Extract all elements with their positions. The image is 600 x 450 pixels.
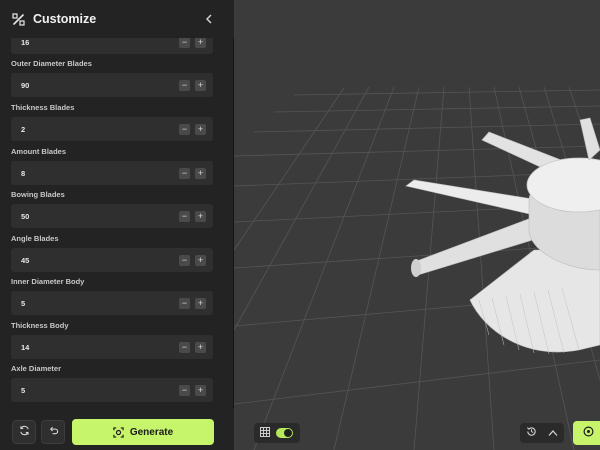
param-input-row[interactable]: 2 − + — [11, 117, 213, 141]
decrement-button[interactable]: − — [179, 36, 190, 48]
undo-button[interactable] — [41, 420, 65, 444]
param-block: Axle Diameter 5 − + — [11, 363, 213, 402]
param-input-row[interactable]: 45 − + — [11, 248, 213, 272]
param-block: Thickness Body 14 − + — [11, 320, 213, 359]
increment-button[interactable]: + — [195, 341, 206, 353]
increment-button[interactable]: + — [195, 79, 206, 91]
param-block: Amount Blades 8 − + — [11, 146, 213, 185]
customize-panel: Customize 16 − + Outer Diameter Blades 9… — [0, 0, 234, 450]
propeller-model — [405, 117, 600, 355]
param-label: Thickness Body — [11, 321, 69, 330]
param-label: Bowing Blades — [11, 190, 65, 199]
reset-button[interactable] — [12, 420, 36, 444]
param-block: Inner Diameter Body 5 − + — [11, 276, 213, 315]
decrement-button[interactable]: − — [179, 341, 190, 353]
decrement-button[interactable]: − — [179, 167, 190, 179]
undo-icon — [48, 423, 59, 441]
param-input-row[interactable]: 90 − + — [11, 73, 213, 97]
param-input-row[interactable]: 5 − + — [11, 378, 213, 402]
param-block: Outer Diameter Blades 90 − + — [11, 58, 213, 97]
param-input-row[interactable]: 50 − + — [11, 204, 213, 228]
param-value[interactable]: 5 — [21, 386, 179, 395]
history-controls — [520, 423, 564, 443]
decrement-button[interactable]: − — [179, 210, 190, 222]
increment-button[interactable]: + — [195, 210, 206, 222]
param-label: Axle Diameter — [11, 364, 62, 373]
generate-label: Generate — [129, 426, 174, 438]
increment-button[interactable]: + — [195, 36, 206, 48]
chevron-up-icon[interactable] — [548, 424, 558, 442]
panel-title: Customize — [33, 12, 97, 26]
param-block: Thickness Blades 2 − + — [11, 102, 213, 141]
increment-button[interactable]: + — [195, 384, 206, 396]
param-value[interactable]: 16 — [21, 38, 179, 47]
param-input-row[interactable]: 8 − + — [11, 161, 213, 185]
generate-button[interactable]: Generate — [72, 419, 214, 445]
parameter-list[interactable]: 16 − + Outer Diameter Blades 90 − + Thic… — [0, 28, 234, 408]
param-input-row[interactable]: 14 − + — [11, 335, 213, 359]
3d-viewport[interactable] — [234, 0, 600, 450]
decrement-button[interactable]: − — [179, 79, 190, 91]
increment-button[interactable]: + — [195, 123, 206, 135]
chevron-left-icon[interactable] — [202, 12, 216, 26]
grid-toolbar — [254, 423, 300, 443]
decrement-button[interactable]: − — [179, 123, 190, 135]
panel-header: Customize — [0, 0, 234, 38]
expand-panel-button[interactable] — [573, 421, 600, 445]
param-block: Bowing Blades 50 − + — [11, 189, 213, 228]
param-value[interactable]: 8 — [21, 169, 179, 178]
param-label: Thickness Blades — [11, 103, 75, 112]
magic-wand-icon — [11, 12, 25, 26]
decrement-button[interactable]: − — [179, 384, 190, 396]
panel-footer: Generate — [0, 408, 234, 450]
param-input-row[interactable]: 5 − + — [11, 291, 213, 315]
param-label: Angle Blades — [11, 234, 59, 243]
increment-button[interactable]: + — [195, 254, 206, 266]
param-value[interactable]: 14 — [21, 343, 179, 352]
play-circle-icon — [583, 424, 594, 442]
param-label: Inner Diameter Body — [11, 277, 85, 286]
history-icon[interactable] — [526, 424, 537, 442]
param-value[interactable]: 5 — [21, 299, 179, 308]
param-label: Outer Diameter Blades — [11, 59, 92, 68]
param-block: Angle Blades 45 − + — [11, 233, 213, 272]
param-value[interactable]: 2 — [21, 125, 179, 134]
param-value[interactable]: 90 — [21, 81, 179, 90]
model-scene[interactable] — [234, 0, 600, 450]
param-value[interactable]: 45 — [21, 256, 179, 265]
increment-button[interactable]: + — [195, 167, 206, 179]
param-value[interactable]: 50 — [21, 212, 179, 221]
refresh-icon — [19, 423, 30, 441]
target-icon — [113, 426, 124, 438]
grid-icon[interactable] — [260, 424, 270, 442]
decrement-button[interactable]: − — [179, 297, 190, 309]
param-label: Amount Blades — [11, 147, 67, 156]
decrement-button[interactable]: − — [179, 254, 190, 266]
grid-toggle[interactable] — [276, 428, 293, 438]
toggle-knob — [284, 429, 292, 437]
increment-button[interactable]: + — [195, 297, 206, 309]
